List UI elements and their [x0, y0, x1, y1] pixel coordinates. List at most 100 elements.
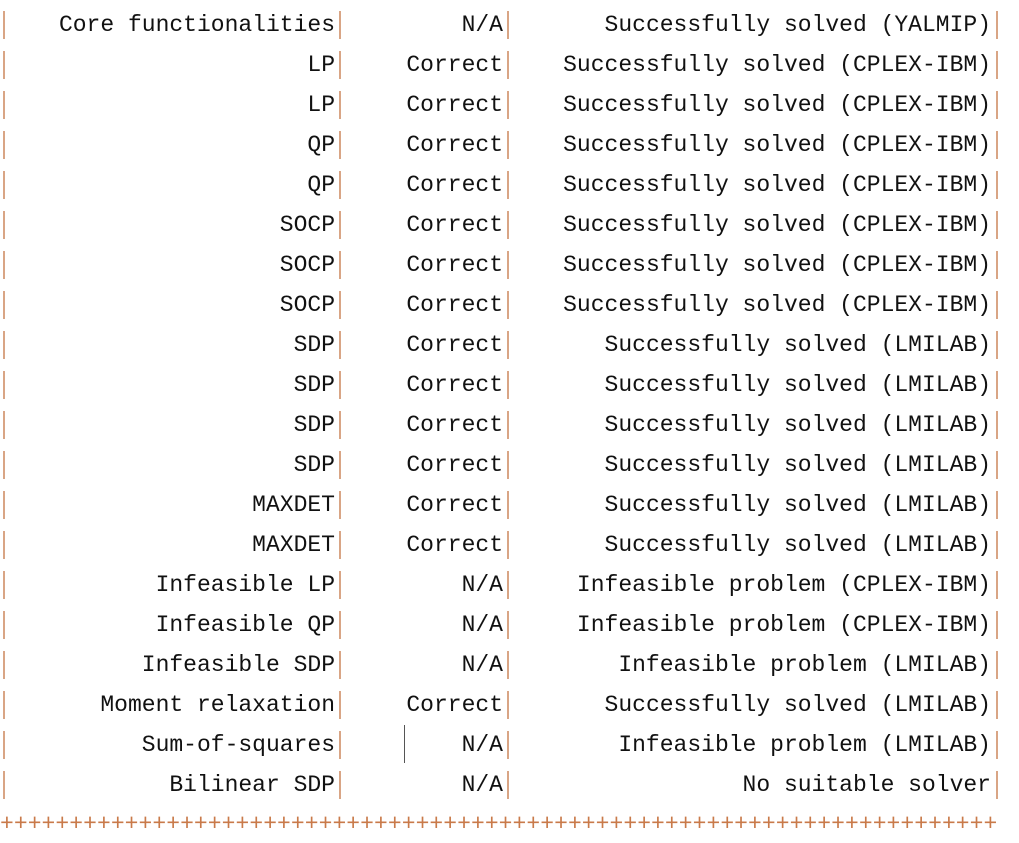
pass-status-cell: Correct [406, 172, 503, 198]
column-separator [996, 331, 998, 359]
test-name-cell: LP [307, 52, 335, 78]
column-separator [339, 211, 341, 239]
pass-status-cell: N/A [461, 572, 503, 598]
column-separator [3, 651, 5, 679]
column-separator [507, 611, 509, 639]
column-separator [339, 411, 341, 439]
column-separator [3, 691, 5, 719]
table-row: LP Correct Successfully solved (CPLEX-IBM) [0, 45, 1019, 85]
table-row: Infeasible QP N/A Infeasible problem (CPLE… [0, 605, 1019, 645]
table-row: Sum-of-squares N/A Infeasible problem (LMI… [0, 725, 1019, 765]
column-separator [3, 571, 5, 599]
column-separator [339, 651, 341, 679]
column-separator [507, 171, 509, 199]
column-separator [996, 731, 998, 759]
column-separator [3, 451, 5, 479]
column-separator [507, 211, 509, 239]
test-name-cell: MAXDET [252, 532, 335, 558]
column-separator [3, 331, 5, 359]
solver-info-cell: Successfully solved (CPLEX-IBM) [563, 52, 991, 78]
pass-status-cell: N/A [461, 612, 503, 638]
column-separator [3, 51, 5, 79]
column-separator [507, 691, 509, 719]
column-separator [996, 91, 998, 119]
column-separator [339, 771, 341, 799]
pass-status-cell: N/A [461, 732, 503, 758]
column-separator [507, 291, 509, 319]
column-separator [339, 171, 341, 199]
test-name-cell: LP [307, 92, 335, 118]
column-separator [3, 251, 5, 279]
table-row: QP Correct Successfully solved (CPLEX-IBM) [0, 125, 1019, 165]
table-row: Infeasible SDP N/A Infeasible problem (LMI… [0, 645, 1019, 685]
pass-status-cell: Correct [406, 132, 503, 158]
solver-info-cell: Successfully solved (CPLEX-IBM) [563, 172, 991, 198]
solver-info-cell: Successfully solved (LMILAB) [604, 452, 991, 478]
solver-info-cell: Successfully solved (CPLEX-IBM) [563, 292, 991, 318]
column-separator [996, 371, 998, 399]
text-cursor [404, 725, 405, 763]
test-name-cell: Infeasible LP [155, 572, 335, 598]
solver-info-cell: Successfully solved (LMILAB) [604, 332, 991, 358]
table-row: SOCP Correct Successfully solved (CPLEX-IB… [0, 205, 1019, 245]
column-separator [507, 771, 509, 799]
column-separator [996, 211, 998, 239]
column-separator [3, 91, 5, 119]
table-row: SDP Correct Successfully solved (LMILAB) [0, 325, 1019, 365]
column-separator [996, 451, 998, 479]
test-name-cell: Sum-of-squares [141, 732, 335, 758]
table-bottom-border: ++++++++++++++++++++++++++++++++++++++++… [0, 811, 998, 837]
column-separator [996, 411, 998, 439]
test-name-cell: SDP [293, 332, 335, 358]
column-separator [507, 331, 509, 359]
column-separator [507, 91, 509, 119]
column-separator [3, 371, 5, 399]
pass-status-cell: Correct [406, 252, 503, 278]
test-name-cell: SOCP [279, 252, 335, 278]
column-separator [996, 171, 998, 199]
column-separator [339, 51, 341, 79]
column-separator [507, 451, 509, 479]
column-separator [3, 531, 5, 559]
column-separator [3, 611, 5, 639]
test-name-cell: SDP [293, 452, 335, 478]
table-row: MAXDET Correct Successfully solved (LMILAB… [0, 485, 1019, 525]
test-name-cell: SDP [293, 412, 335, 438]
column-separator [996, 531, 998, 559]
pass-status-cell: Correct [406, 412, 503, 438]
column-separator [339, 371, 341, 399]
solver-info-cell: Infeasible problem (CPLEX-IBM) [576, 572, 991, 598]
solver-info-cell: Successfully solved (CPLEX-IBM) [563, 92, 991, 118]
pass-status-cell: N/A [461, 772, 503, 798]
column-separator [3, 771, 5, 799]
pass-status-cell: Correct [406, 52, 503, 78]
column-separator [339, 571, 341, 599]
solver-info-cell: Successfully solved (LMILAB) [604, 412, 991, 438]
pass-status-cell: Correct [406, 92, 503, 118]
test-name-cell: Infeasible SDP [141, 652, 335, 678]
table-row: Infeasible LP N/A Infeasible problem (CPLE… [0, 565, 1019, 605]
solver-info-cell: Successfully solved (CPLEX-IBM) [563, 252, 991, 278]
solver-info-cell: Successfully solved (CPLEX-IBM) [563, 132, 991, 158]
table-row: SOCP Correct Successfully solved (CPLEX-IB… [0, 285, 1019, 325]
table-row: MAXDET Correct Successfully solved (LMILAB… [0, 525, 1019, 565]
test-name-cell: Infeasible QP [155, 612, 335, 638]
test-name-cell: Core functionalities [58, 12, 335, 38]
solver-info-cell: Successfully solved (LMILAB) [604, 532, 991, 558]
column-separator [3, 491, 5, 519]
test-name-cell: SDP [293, 372, 335, 398]
pass-status-cell: Correct [406, 212, 503, 238]
column-separator [3, 731, 5, 759]
test-name-cell: SOCP [279, 292, 335, 318]
column-separator [996, 571, 998, 599]
table-row: SOCP Correct Successfully solved (CPLEX-IB… [0, 245, 1019, 285]
table-row: SDP Correct Successfully solved (LMILAB) [0, 365, 1019, 405]
solver-info-cell: Infeasible problem (LMILAB) [618, 652, 991, 678]
column-separator [996, 251, 998, 279]
table-row: Core functionalities N/A Successfully solv… [0, 5, 1019, 45]
test-name-cell: Bilinear SDP [169, 772, 335, 798]
column-separator [996, 691, 998, 719]
column-separator [3, 211, 5, 239]
solver-info-cell: Successfully solved (LMILAB) [604, 372, 991, 398]
test-name-cell: QP [307, 132, 335, 158]
